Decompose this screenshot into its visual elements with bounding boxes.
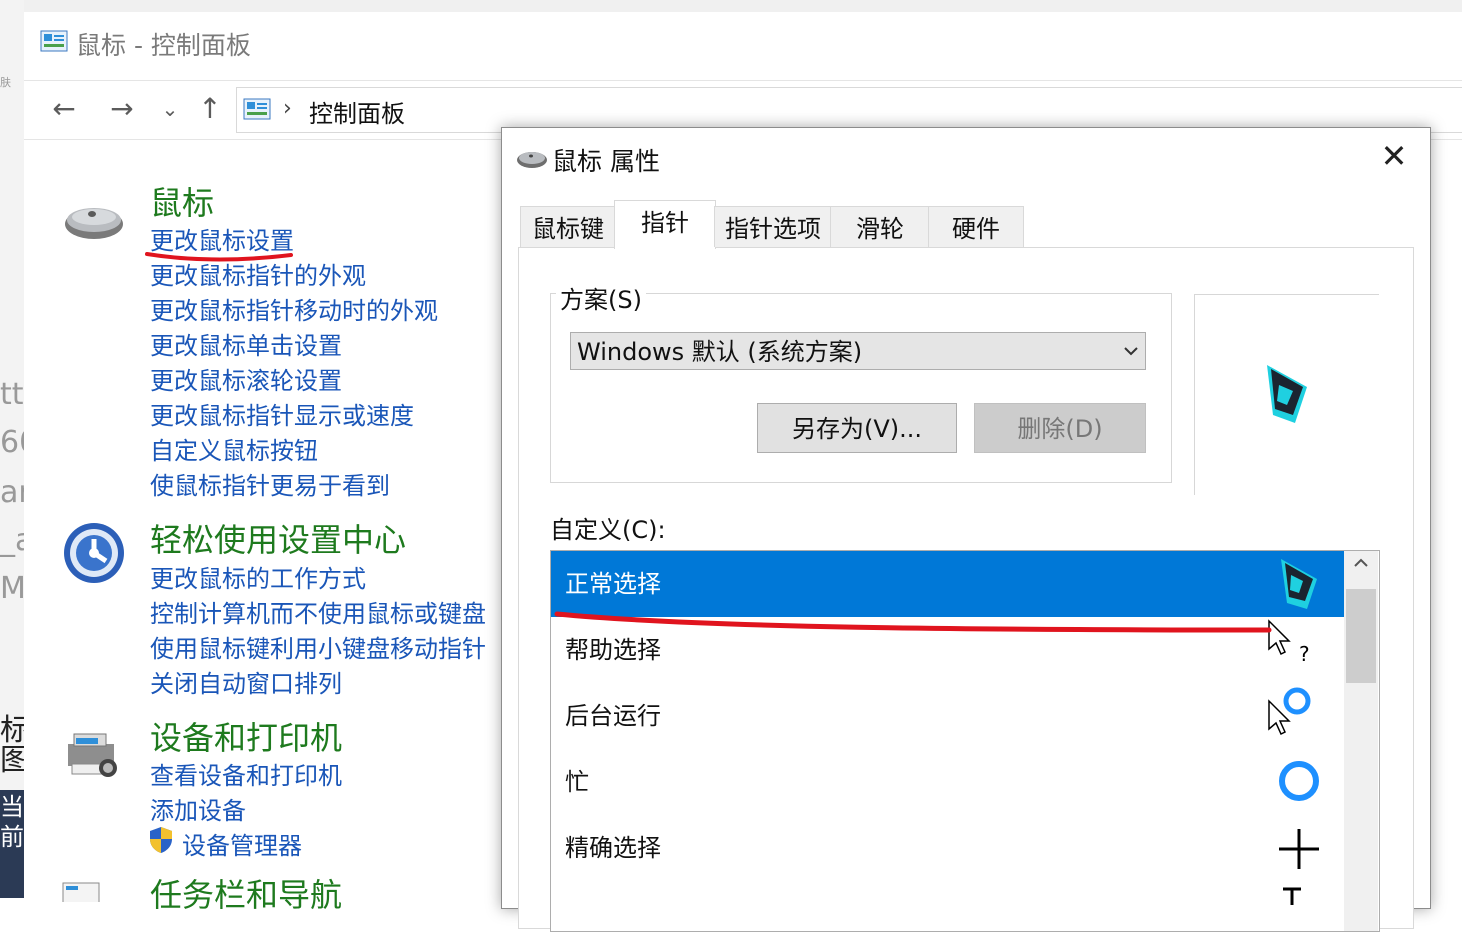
ease-of-access-icon — [64, 523, 124, 583]
busy-cursor-icon — [1279, 761, 1319, 801]
link-add-device[interactable]: 添加设备 — [150, 791, 246, 826]
bg-text-fragment: 当前 — [0, 793, 24, 851]
breadcrumb-chevron-icon[interactable]: › — [283, 96, 292, 121]
bg-text-fragment: 标图 — [0, 713, 24, 778]
dialog-title: 鼠标 属性 — [552, 147, 660, 176]
scrollbar[interactable] — [1344, 551, 1378, 931]
red-annotation-underline — [145, 252, 293, 262]
link-control-without-mouse[interactable]: 控制计算机而不使用鼠标或键盘 — [150, 594, 486, 629]
svg-text:?: ? — [1299, 642, 1310, 665]
customize-label: 自定义(C): — [550, 516, 666, 544]
link-view-devices-printers[interactable]: 查看设备和打印机 — [150, 756, 342, 791]
precision-select-cursor-icon — [1279, 829, 1319, 869]
mouse-icon — [517, 152, 547, 168]
list-item[interactable]: 精确选择 — [551, 815, 1344, 881]
link-turn-off-auto-arrange[interactable]: 关闭自动窗口排列 — [150, 664, 342, 699]
title-bar: 鼠标 - 控制面板 — [24, 12, 1462, 80]
category-title-ease-of-access[interactable]: 轻松使用设置中心 — [150, 515, 406, 561]
scheme-dropdown[interactable]: Windows 默认 (系统方案) — [570, 332, 1146, 370]
control-panel-icon — [40, 30, 68, 52]
bg-text-fragment: 肤 — [0, 76, 11, 89]
background-window-strip: 肤 ttp 60 ark _a M 标图 当前 — [0, 0, 24, 898]
link-change-mouse-works[interactable]: 更改鼠标的工作方式 — [150, 559, 366, 594]
link-change-pointer-speed[interactable]: 更改鼠标指针显示或速度 — [150, 396, 414, 431]
cursor-preview-pointer-icon — [1267, 365, 1307, 423]
printer-icon — [68, 733, 117, 777]
chevron-down-icon[interactable] — [1122, 338, 1140, 364]
link-change-click-settings[interactable]: 更改鼠标单击设置 — [150, 326, 342, 361]
cursor-preview — [1194, 294, 1379, 495]
shield-icon — [150, 827, 172, 853]
mouse-properties-dialog: 鼠标 属性 ✕ 鼠标键 指针 指针选项 滑轮 硬件 方案(S) Windows … — [501, 127, 1431, 932]
tab-buttons[interactable]: 鼠标键 — [520, 206, 616, 247]
link-customize-buttons[interactable]: 自定义鼠标按钮 — [150, 431, 318, 466]
forward-arrow-icon[interactable]: → — [104, 89, 140, 129]
bg-text-fragment: ttp — [0, 377, 24, 412]
scheme-group — [550, 293, 1172, 483]
link-pointer-easier-to-see[interactable]: 使鼠标指针更易于看到 — [150, 466, 390, 501]
mouse-icon — [65, 208, 123, 239]
tab-pointer-options[interactable]: 指针选项 — [714, 206, 832, 247]
category-title-taskbar[interactable]: 任务栏和导航 — [150, 870, 342, 916]
link-change-wheel-settings[interactable]: 更改鼠标滚轮设置 — [150, 361, 342, 396]
link-device-manager[interactable]: 设备管理器 — [182, 826, 302, 861]
bg-image-fragment: 当前 — [0, 790, 24, 898]
recent-locations-chevron-icon[interactable]: ⌄ — [152, 89, 188, 129]
breadcrumb-control-panel[interactable]: 控制面板 — [309, 94, 405, 129]
bg-text-fragment: _a — [0, 523, 24, 558]
window-title: 鼠标 - 控制面板 — [76, 31, 251, 60]
up-arrow-icon[interactable]: ↑ — [192, 89, 228, 129]
text-select-cursor-icon — [1283, 887, 1301, 905]
delete-button[interactable]: 删除(D) — [974, 403, 1146, 453]
category-title-mouse[interactable]: 鼠标 — [150, 178, 214, 224]
tab-hardware[interactable]: 硬件 — [928, 206, 1024, 247]
tab-pointers[interactable]: 指针 — [614, 200, 716, 249]
working-in-background-cursor-icon — [1268, 687, 1311, 736]
taskbar-icon — [62, 882, 100, 902]
red-annotation-underline — [554, 611, 1272, 633]
list-item[interactable]: 忙 — [551, 749, 1344, 815]
close-icon[interactable]: ✕ — [1372, 136, 1416, 176]
scheme-label: 方案(S) — [556, 280, 646, 315]
category-title-devices-printers[interactable]: 设备和打印机 — [150, 713, 342, 759]
scroll-up-arrow-icon[interactable] — [1352, 555, 1370, 571]
control-panel-icon — [243, 98, 271, 120]
back-arrow-icon[interactable]: ← — [46, 89, 82, 129]
bg-text-fragment: M — [0, 571, 24, 606]
tab-wheel[interactable]: 滑轮 — [830, 206, 930, 247]
bg-text-fragment: ark — [0, 475, 24, 510]
scroll-thumb[interactable] — [1346, 589, 1376, 683]
bg-text-fragment: 60 — [0, 425, 24, 460]
link-mouse-keys[interactable]: 使用鼠标键利用小键盘移动指针 — [150, 629, 486, 664]
link-change-pointer-moving-appearance[interactable]: 更改鼠标指针移动时的外观 — [150, 291, 438, 326]
save-as-button[interactable]: 另存为(V)... — [757, 403, 957, 453]
normal-select-cursor-icon — [1281, 559, 1317, 609]
list-item[interactable]: 后台运行 — [551, 683, 1344, 749]
